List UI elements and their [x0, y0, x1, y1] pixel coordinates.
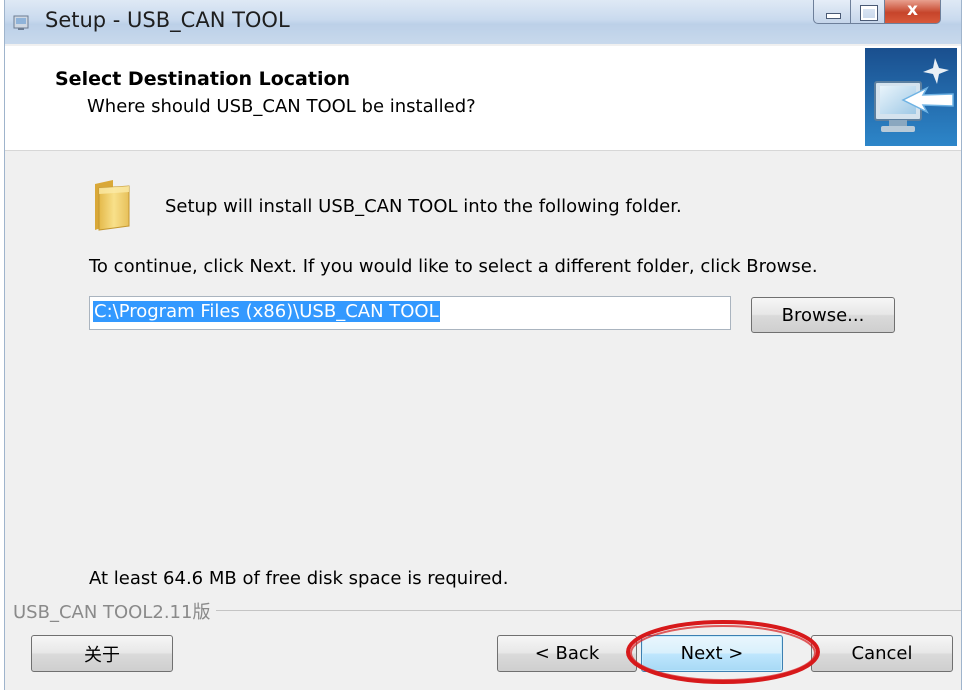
- cancel-button[interactable]: Cancel: [811, 635, 953, 672]
- version-label: USB_CAN TOOL2.11版: [13, 598, 217, 624]
- install-intro-text: Setup will install USB_CAN TOOL into the…: [165, 196, 682, 217]
- browse-button[interactable]: Browse...: [751, 297, 895, 333]
- destination-path-value: C:\Program Files (x86)\USB_CAN TOOL: [93, 301, 440, 322]
- monitor-arrow-icon: [865, 48, 957, 146]
- maximize-button[interactable]: [851, 0, 885, 24]
- disk-space-text: At least 64.6 MB of free disk space is r…: [89, 568, 509, 589]
- setup-app-icon: [13, 15, 29, 30]
- window-title: Setup - USB_CAN TOOL: [45, 8, 290, 32]
- version-group: USB_CAN TOOL2.11版: [13, 598, 961, 624]
- window-controls: x: [813, 0, 941, 24]
- wizard-header: Select Destination Location Where should…: [5, 46, 961, 151]
- minimize-button[interactable]: [813, 0, 851, 24]
- folder-icon: [95, 180, 130, 231]
- next-button[interactable]: Next >: [641, 635, 783, 672]
- destination-path-input[interactable]: C:\Program Files (x86)\USB_CAN TOOL: [89, 296, 731, 330]
- setup-window: Setup - USB_CAN TOOL x Select Destinatio…: [4, 0, 962, 690]
- back-button[interactable]: < Back: [497, 635, 637, 672]
- instructions-text: To continue, click Next. If you would li…: [89, 256, 818, 277]
- close-icon: x: [907, 0, 918, 20]
- page-subtitle: Where should USB_CAN TOOL be installed?: [87, 96, 476, 117]
- about-button[interactable]: 关于: [31, 635, 173, 672]
- page-title: Select Destination Location: [55, 68, 351, 90]
- title-bar[interactable]: Setup - USB_CAN TOOL x: [5, 0, 961, 44]
- close-button[interactable]: x: [885, 0, 941, 24]
